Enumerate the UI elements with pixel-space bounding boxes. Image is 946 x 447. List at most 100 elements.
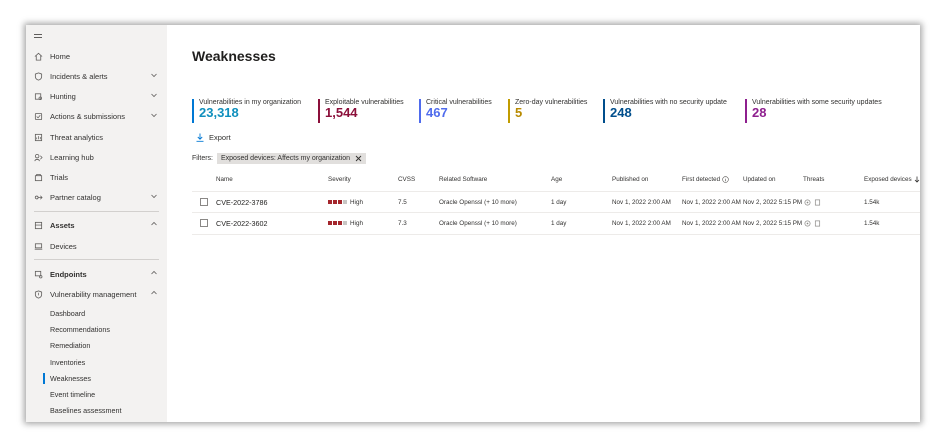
sidebar-divider [34,259,159,260]
chevron-down-icon [151,93,157,98]
sidebar-item-threat-analytics[interactable]: Threat analytics [26,130,167,146]
column-header-first-detected[interactable]: First detected [682,176,729,183]
threats-cell [804,199,821,206]
row-checkbox[interactable] [200,219,208,227]
sidebar-item-label: Learning hub [50,153,94,162]
sidebar-item-hunting[interactable]: Hunting [26,89,167,105]
sidebar-item-partner-catalog[interactable]: Partner catalog [26,190,167,206]
sidebar-item-label: Hunting [50,92,76,101]
cvss-score: 7.3 [398,220,407,227]
sidebar-item-label: Devices [50,242,77,251]
sort-descending-icon [914,176,919,183]
column-header-exposed-devices[interactable]: Exposed devices [864,176,920,183]
sidebar-subitem-remediation[interactable]: Remediation [26,339,167,353]
sidebar-item-label: Assets [50,221,75,230]
column-header-updated-on[interactable]: Updated on [743,176,776,183]
sidebar-item-actions[interactable]: Actions & submissions [26,109,167,125]
threat-analytics-icon [34,133,43,142]
sidebar-subitem-label: Dashboard [50,309,86,318]
table-row[interactable]: CVE-2022-3786 High 7.5 Oracle Openssl (+… [192,191,920,213]
main-content: Weaknesses Vulnerabilities in my organiz… [167,25,920,422]
row-checkbox[interactable] [200,198,208,206]
stat-value: 5 [515,105,523,120]
sidebar-subitem-inventories[interactable]: Inventories [26,356,167,370]
table-row[interactable]: CVE-2022-3602 High 7.3 Oracle Openssl (+… [192,213,920,235]
sidebar-item-assets[interactable]: Assets [26,218,167,234]
sidebar-item-label: Endpoints [50,270,87,279]
sidebar-item-label: Partner catalog [50,193,101,202]
app-window: Home Incidents & alerts Hunting Actions … [26,25,920,422]
sidebar-subitem-weaknesses[interactable]: Weaknesses [26,372,167,386]
trials-icon [34,173,43,182]
stat-label: Zero-day vulnerabilities [515,99,588,106]
export-button[interactable]: Export [196,133,231,142]
sidebar-item-incidents[interactable]: Incidents & alerts [26,69,167,85]
filter-chip[interactable]: Exposed devices: Affects my organization [217,153,367,164]
stat-value: 1,544 [325,105,358,120]
cve-name[interactable]: CVE-2022-3602 [216,219,268,228]
threat-insight-icon [804,220,811,227]
sidebar-item-learning-hub[interactable]: Learning hub [26,150,167,166]
sidebar-subitem-label: Recommendations [50,325,110,334]
stat-vulnerabilities-in-org[interactable]: Vulnerabilities in my organization 23,31… [192,99,301,123]
hunting-icon [34,93,43,101]
sidebar-item-home[interactable]: Home [26,49,167,65]
threats-cell [804,220,821,227]
info-icon[interactable] [722,176,729,183]
chevron-up-icon [151,270,157,275]
stat-exploitable-vulnerabilities[interactable]: Exploitable vulnerabilities 1,544 [318,99,404,123]
stat-zero-day-vulnerabilities[interactable]: Zero-day vulnerabilities 5 [508,99,587,123]
column-header-related-software[interactable]: Related Software [439,176,487,183]
stat-label: Vulnerabilities with some security updat… [752,99,882,106]
severity-cell: High [328,220,363,227]
sidebar-item-trials[interactable]: Trials [26,170,167,186]
hamburger-menu-icon[interactable] [34,34,42,38]
column-header-cvss[interactable]: CVSS [398,176,415,183]
sidebar-subitem-event-timeline[interactable]: Event timeline [26,388,167,402]
sidebar-item-devices[interactable]: Devices [26,239,167,255]
sidebar-item-endpoints[interactable]: Endpoints [26,267,167,283]
chevron-down-icon [151,73,157,78]
exposed-devices: 1.54k [864,220,880,227]
stat-no-security-update[interactable]: Vulnerabilities with no security update … [603,99,727,123]
sidebar-subitem-recommendations[interactable]: Recommendations [26,323,167,337]
related-software[interactable]: Oracle Openssl (+ 10 more) [439,220,517,227]
devices-icon [34,243,43,250]
column-header-name[interactable]: Name [216,176,233,183]
stat-some-security-updates[interactable]: Vulnerabilities with some security updat… [745,99,882,123]
filters-bar: Filters: Exposed devices: Affects my org… [192,153,367,164]
cve-name[interactable]: CVE-2022-3786 [216,198,268,207]
stat-value: 23,318 [199,105,239,120]
column-header-published-on[interactable]: Published on [612,176,648,183]
column-header-severity[interactable]: Severity [328,176,351,183]
sidebar-subitem-label: Inventories [50,358,86,367]
column-header-age[interactable]: Age [551,176,562,183]
learning-hub-icon [34,153,43,162]
cvss-score: 7.5 [398,199,407,206]
severity-cell: High [328,199,363,206]
sidebar-item-label: Actions & submissions [50,112,126,121]
close-icon[interactable] [355,155,362,162]
chevron-up-icon [151,290,157,295]
first-detected: Nov 1, 2022 2:00 AM [682,220,741,227]
active-indicator [43,373,45,384]
sidebar-item-vulnerability-management[interactable]: Vulnerability management [26,287,167,303]
chevron-down-icon [151,194,157,199]
related-software[interactable]: Oracle Openssl (+ 10 more) [439,199,517,206]
updated-on: Nov 2, 2022 5:15 PM [743,199,803,206]
chevron-up-icon [151,221,157,226]
sidebar-subitem-label: Event timeline [50,390,96,399]
endpoints-icon [34,270,43,279]
column-header-label: First detected [682,176,721,183]
partner-catalog-icon [34,195,43,200]
filter-chip-label: Exposed devices: Affects my organization [221,155,351,162]
sidebar-subitem-baselines-assessment[interactable]: Baselines assessment [26,404,167,418]
stat-critical-vulnerabilities[interactable]: Critical vulnerabilities 467 [419,99,492,123]
sidebar-subitem-dashboard[interactable]: Dashboard [26,307,167,321]
export-label: Export [209,133,231,142]
exploit-icon [814,220,821,227]
column-header-threats[interactable]: Threats [803,176,824,183]
assets-icon [34,221,43,230]
sidebar-item-label: Home [50,52,71,61]
sidebar-subitem-label: Remediation [50,341,91,350]
